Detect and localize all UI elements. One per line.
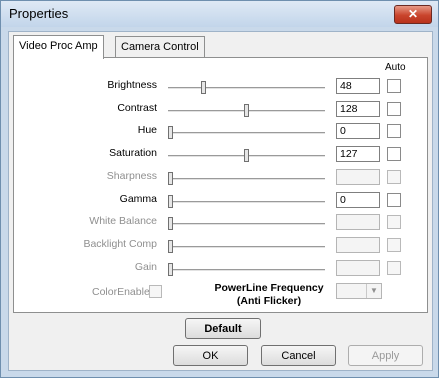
default-button[interactable]: Default — [185, 318, 261, 339]
gamma-label: Gamma — [119, 192, 157, 205]
backlight-comp-auto-checkbox[interactable] — [387, 237, 401, 252]
gain-auto-checkbox[interactable] — [387, 260, 401, 275]
sharpness-slider-thumb[interactable] — [168, 171, 173, 185]
saturation-label: Saturation — [109, 147, 157, 160]
powerline-frequency-label: PowerLine Frequency (Anti Flicker) — [204, 282, 334, 308]
tab-camera-control[interactable]: Camera Control — [115, 36, 205, 58]
property-row-gamma: Gamma 0 — [14, 191, 427, 211]
apply-button[interactable]: Apply — [348, 345, 423, 366]
gamma-slider[interactable] — [168, 194, 325, 208]
hue-slider-thumb[interactable] — [168, 126, 173, 140]
color-enable-label: ColorEnable — [92, 286, 150, 298]
brightness-value-field[interactable]: 48 — [336, 78, 380, 94]
gain-value-field[interactable] — [336, 259, 380, 276]
white-balance-value-field[interactable] — [336, 214, 380, 231]
gamma-auto-checkbox[interactable] — [387, 192, 401, 207]
backlight-comp-slider-thumb[interactable] — [168, 239, 173, 253]
gamma-slider-thumb[interactable] — [168, 194, 173, 208]
sharpness-auto-checkbox[interactable] — [387, 169, 401, 184]
saturation-slider-thumb[interactable] — [244, 149, 249, 163]
property-row-sharpness: Sharpness — [14, 168, 427, 188]
property-row-saturation: Saturation 127 — [14, 145, 427, 165]
ok-button[interactable]: OK — [173, 345, 248, 366]
gamma-value-field[interactable]: 0 — [336, 191, 380, 208]
cancel-button[interactable]: Cancel — [261, 345, 336, 366]
auto-column-header: Auto — [385, 62, 406, 73]
powerline-frequency-select[interactable]: ▼ — [336, 283, 382, 299]
sharpness-value-field[interactable] — [336, 168, 380, 185]
property-row-brightness: Brightness 48 — [14, 77, 427, 97]
hue-slider[interactable] — [168, 126, 325, 140]
gain-slider[interactable] — [168, 262, 325, 276]
white-balance-label: White Balance — [89, 215, 157, 228]
close-icon: ✕ — [407, 7, 419, 21]
contrast-slider[interactable] — [168, 103, 325, 117]
hue-auto-checkbox[interactable] — [387, 124, 401, 139]
property-row-contrast: Contrast 128 — [14, 100, 427, 120]
dialog-client: Video Proc Amp Camera Control Auto Brigh… — [8, 31, 433, 371]
color-enable-checkbox[interactable] — [149, 285, 162, 298]
contrast-slider-thumb[interactable] — [244, 103, 249, 117]
brightness-label: Brightness — [107, 79, 157, 91]
gain-label: Gain — [134, 260, 157, 273]
contrast-label: Contrast — [117, 101, 157, 114]
powerline-frequency-title: PowerLine Frequency — [214, 282, 324, 294]
white-balance-auto-checkbox[interactable] — [387, 215, 401, 230]
chevron-down-icon: ▼ — [366, 284, 381, 298]
powerline-frequency-subtitle: (Anti Flicker) — [236, 295, 302, 307]
close-button[interactable]: ✕ — [394, 5, 432, 24]
white-balance-slider[interactable] — [168, 217, 325, 231]
gain-slider-thumb[interactable] — [168, 262, 173, 276]
brightness-auto-checkbox[interactable] — [387, 79, 401, 93]
property-row-backlight-comp: Backlight Comp — [14, 236, 427, 256]
saturation-auto-checkbox[interactable] — [387, 147, 401, 162]
backlight-comp-label: Backlight Comp — [83, 237, 157, 250]
saturation-slider[interactable] — [168, 149, 325, 163]
brightness-slider[interactable] — [168, 81, 325, 94]
brightness-slider-thumb[interactable] — [201, 81, 206, 94]
properties-window: Properties ✕ Video Proc Amp Camera Contr… — [0, 0, 439, 378]
sharpness-label: Sharpness — [106, 169, 157, 182]
property-row-white-balance: White Balance — [14, 213, 427, 233]
hue-label: Hue — [137, 124, 157, 137]
property-row-hue: Hue 0 — [14, 122, 427, 142]
backlight-comp-slider[interactable] — [168, 239, 325, 253]
video-proc-amp-panel: Auto Brightness 48 Contrast 128 Hue 0 Saturati… — [13, 57, 428, 313]
contrast-value-field[interactable]: 128 — [336, 100, 380, 117]
backlight-comp-value-field[interactable] — [336, 236, 380, 253]
sharpness-slider[interactable] — [168, 171, 325, 185]
tab-video-proc-amp[interactable]: Video Proc Amp — [13, 35, 104, 59]
hue-value-field[interactable]: 0 — [336, 123, 380, 140]
white-balance-slider-thumb[interactable] — [168, 217, 173, 231]
saturation-value-field[interactable]: 127 — [336, 146, 380, 163]
title-bar[interactable]: Properties ✕ — [1, 1, 438, 27]
property-row-gain: Gain — [14, 259, 427, 279]
window-title: Properties — [9, 6, 69, 21]
contrast-auto-checkbox[interactable] — [387, 101, 401, 116]
